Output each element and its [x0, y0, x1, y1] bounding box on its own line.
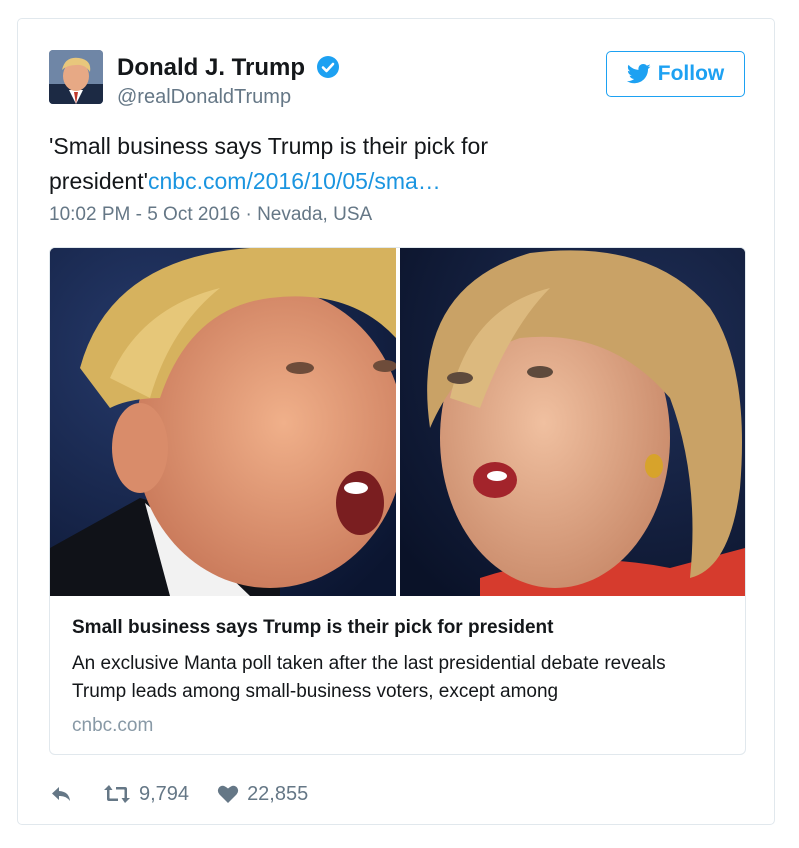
follow-button-label: Follow [657, 62, 725, 85]
card-description: An exclusive Manta poll taken after the … [72, 653, 666, 702]
card-image[interactable] [50, 248, 745, 596]
avatar[interactable] [49, 50, 103, 104]
timestamp[interactable]: 10:02 PM - 5 Oct 2016 [49, 204, 240, 225]
card-title[interactable]: Small business says Trump is their pick … [72, 617, 554, 639]
tweet-meta: 10:02 PM - 5 Oct 2016 · Nevada, USA [49, 204, 372, 226]
follow-button[interactable]: Follow [606, 51, 745, 97]
author-handle[interactable]: @realDonaldTrump [117, 86, 291, 109]
tweet-text: 'Small business says Trump is their pick… [49, 129, 549, 199]
author-name[interactable]: Donald J. Trump [117, 54, 305, 82]
location[interactable]: Nevada, USA [257, 204, 372, 225]
retweet-count: 9,794 [139, 782, 190, 805]
like-count: 22,855 [247, 782, 309, 805]
heart-icon [217, 785, 239, 803]
card-domain: cnbc.com [72, 715, 154, 736]
tweet-card: Donald J. Trump @realDonaldTrump Follow … [17, 18, 775, 825]
meta-separator: · [240, 204, 258, 225]
link-card[interactable]: Small business says Trump is their pick … [49, 247, 746, 755]
tweet-actions: 9,794 22,855 [49, 779, 308, 809]
retweet-button[interactable]: 9,794 [103, 783, 189, 806]
verified-badge-icon [317, 56, 339, 78]
reply-icon [52, 787, 70, 801]
reply-button[interactable] [49, 784, 73, 804]
tweet-link[interactable]: cnbc.com/2016/10/05/sma… [148, 168, 441, 194]
like-button[interactable]: 22,855 [217, 783, 308, 806]
twitter-bird-icon [626, 64, 651, 84]
retweet-icon [104, 785, 130, 803]
